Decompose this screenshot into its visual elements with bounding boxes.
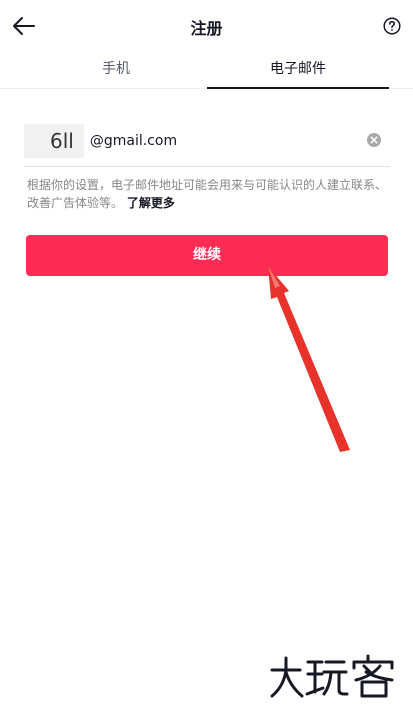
login-method-tabs: 手机 电子邮件 [0, 52, 413, 89]
page-title: 注册 [190, 19, 223, 38]
annotation-arrow [268, 266, 350, 452]
clear-input-icon[interactable] [366, 132, 382, 148]
watermark [268, 652, 398, 702]
input-underline [24, 166, 390, 167]
continue-button[interactable]: 继续 [26, 235, 388, 276]
email-value[interactable]: 6ll @gmail.com [24, 124, 177, 158]
tab-phone[interactable]: 手机 [25, 52, 207, 88]
help-icon[interactable] [383, 17, 401, 35]
active-tab-indicator [207, 87, 389, 89]
email-local-part: 6ll [24, 124, 84, 158]
email-domain: @gmail.com [89, 133, 178, 149]
header-bar: 注册 [0, 0, 413, 52]
email-field[interactable]: 6ll @gmail.com [24, 124, 390, 158]
learn-more-link[interactable]: 了解更多 [127, 196, 175, 210]
watermark-logo [270, 654, 394, 698]
email-usage-hint: 根据你的设置，电子邮件地址可能会用来与可能认识的人建立联系、改善广告体验等。 了… [27, 176, 387, 212]
hint-text: 根据你的设置，电子邮件地址可能会用来与可能认识的人建立联系、改善广告体验等。 [27, 178, 388, 210]
tab-email[interactable]: 电子邮件 [207, 52, 389, 88]
